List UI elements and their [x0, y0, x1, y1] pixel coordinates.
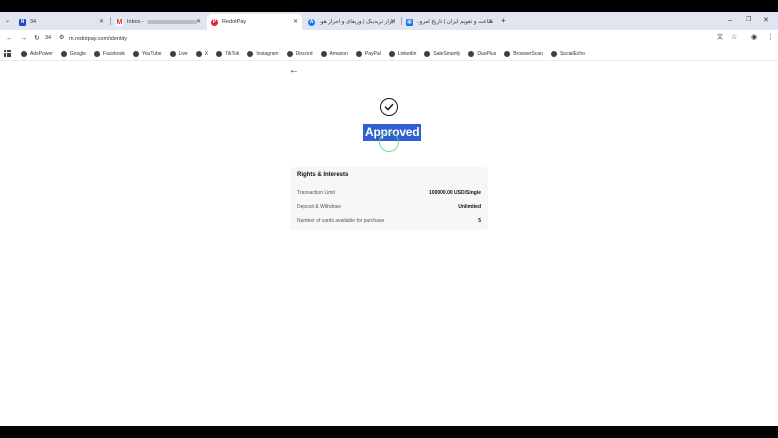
- check-circle-icon: [380, 98, 398, 116]
- cursor-highlight: [379, 132, 399, 152]
- list-item: Deposit & Withdraw Unlimited: [297, 200, 481, 214]
- bookmark-socialecho[interactable]: SocialEcho: [550, 50, 585, 57]
- globe-icon: [195, 50, 202, 57]
- minimize-icon[interactable]: –: [728, 17, 732, 24]
- tab-title: ساعت و تقویم ایران | تاریخ امرو...: [417, 19, 493, 25]
- globe-icon: [93, 50, 100, 57]
- tab-1[interactable]: N 34 ✕: [15, 14, 108, 30]
- globe-icon: [216, 50, 223, 57]
- tab-3-active[interactable]: P RedotPay ✕: [207, 14, 302, 30]
- close-icon[interactable]: ✕: [196, 18, 201, 25]
- globe-icon: [468, 50, 475, 57]
- bookmark-instagram[interactable]: Instagram: [247, 50, 279, 57]
- address-bar[interactable]: ⚙ m.redotpay.com/identity: [57, 31, 712, 46]
- globe-icon: [60, 50, 67, 57]
- tab-5[interactable]: ▦ ساعت و تقویم ایران | تاریخ امرو... ✕: [402, 14, 497, 30]
- globe-icon: [424, 50, 431, 57]
- globe-icon: [247, 50, 254, 57]
- tab-count-badge[interactable]: 34: [45, 35, 51, 42]
- tab-search-dropdown-icon[interactable]: ⌄: [5, 18, 10, 24]
- globe-icon: [21, 50, 27, 57]
- row-label: Number of cards available for purchase: [297, 218, 385, 224]
- browser-window: ⌄ N 34 ✕ M Inbox - ✕ P RedotPay ✕ A ابزا…: [0, 12, 778, 426]
- checkmark-icon: [384, 103, 394, 111]
- back-arrow-icon[interactable]: ←: [289, 66, 299, 76]
- globe-icon: [132, 50, 139, 57]
- redacted-text: [146, 20, 197, 24]
- bookmark-youtube[interactable]: YouTube: [132, 50, 162, 57]
- site-info-icon[interactable]: ⚙: [59, 35, 64, 41]
- bookmark-adspower[interactable]: AdsPower: [21, 50, 53, 57]
- globe-icon: [388, 50, 395, 57]
- bookmark-live[interactable]: Live: [169, 50, 188, 57]
- tab-title: ابزار تریدینگ | وریفای و اجراز هو...: [319, 19, 395, 25]
- forward-icon[interactable]: →: [20, 35, 27, 42]
- bookmark-google[interactable]: Google: [60, 50, 86, 57]
- globe-icon: [355, 50, 362, 57]
- menu-icon[interactable]: ⋮: [767, 34, 774, 41]
- bookmark-tiktok[interactable]: TikTok: [216, 50, 239, 57]
- bookmark-browserscan[interactable]: BrowserScan: [504, 50, 543, 57]
- bookmark-linkedin[interactable]: Linkedin: [388, 50, 416, 57]
- url-text: m.redotpay.com/identity: [69, 35, 127, 42]
- back-icon[interactable]: ←: [6, 35, 13, 42]
- list-item: Transaction Limit 100000.00 USD/Single: [297, 186, 481, 200]
- bookmark-facebook[interactable]: Facebook: [93, 50, 125, 57]
- tab-title: Inbox -: [127, 19, 144, 25]
- globe-icon: [550, 50, 557, 57]
- tab-4[interactable]: A ابزار تریدینگ | وریفای و اجراز هو... ✕: [304, 14, 399, 30]
- gmail-icon: M: [116, 18, 123, 26]
- bookmark-paypal[interactable]: PayPal: [355, 50, 381, 57]
- bookmark-x[interactable]: X: [195, 50, 208, 57]
- browser-toolbar: ← → ↻ 34 ⚙ m.redotpay.com/identity 文 ☆ ◉…: [0, 30, 778, 47]
- row-label: Deposit & Withdraw: [297, 204, 341, 210]
- close-icon[interactable]: ✕: [293, 18, 298, 25]
- tab-2[interactable]: M Inbox - ✕: [112, 14, 205, 30]
- globe-icon: [286, 50, 293, 57]
- a-logo-icon: A: [308, 18, 315, 26]
- tab-title: 34: [30, 19, 37, 25]
- blue-n-icon: N: [19, 18, 26, 26]
- bookmark-discord[interactable]: Discord: [286, 50, 313, 57]
- rights-interests-card: Rights & Interests Transaction Limit 100…: [290, 167, 488, 230]
- globe-icon: [169, 50, 176, 57]
- calendar-icon: ▦: [406, 18, 413, 26]
- list-item: Number of cards available for purchase 5: [297, 214, 481, 228]
- row-value: 100000.00 USD/Single: [429, 190, 481, 196]
- bookmarks-bar: AdsPower Google Facebook YouTube Live X …: [0, 47, 778, 61]
- globe-icon: [320, 50, 327, 57]
- row-value: Unlimited: [458, 204, 481, 210]
- row-value: 5: [478, 218, 481, 224]
- tab-title: RedotPay: [222, 19, 247, 25]
- close-icon[interactable]: ✕: [99, 18, 104, 25]
- tab-strip: ⌄ N 34 ✕ M Inbox - ✕ P RedotPay ✕ A ابزا…: [0, 12, 778, 30]
- translate-icon[interactable]: 文: [717, 35, 723, 41]
- restore-icon[interactable]: ❐: [746, 17, 751, 23]
- globe-icon: [504, 50, 511, 57]
- reload-icon[interactable]: ↻: [34, 35, 40, 42]
- bookmark-star-icon[interactable]: ☆: [731, 34, 737, 41]
- bookmark-salesmartly[interactable]: SaleSmartly: [424, 50, 460, 57]
- apps-grid-icon[interactable]: [4, 50, 11, 57]
- page-content: ← Approved Rights & Interests Transactio…: [0, 62, 778, 426]
- tab-divider: [110, 17, 111, 25]
- row-label: Transaction Limit: [297, 190, 335, 196]
- close-icon[interactable]: ✕: [390, 18, 395, 25]
- new-tab-icon[interactable]: +: [501, 17, 506, 25]
- profile-icon[interactable]: ◉: [751, 34, 757, 41]
- redotpay-icon: P: [211, 18, 218, 26]
- card-title: Rights & Interests: [297, 172, 349, 178]
- bookmark-amazon[interactable]: Amazon: [320, 50, 348, 57]
- bookmark-duoplus[interactable]: DuoPlus: [468, 50, 496, 57]
- close-icon[interactable]: ✕: [488, 18, 493, 25]
- close-window-icon[interactable]: ✕: [763, 17, 769, 24]
